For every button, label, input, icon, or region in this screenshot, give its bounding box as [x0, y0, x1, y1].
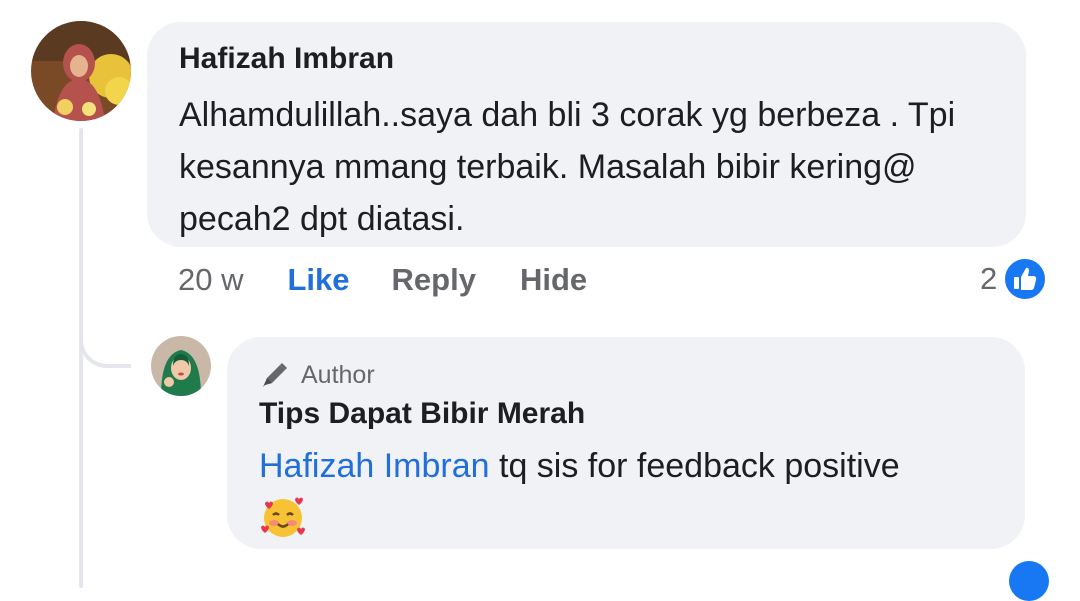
commenter-name[interactable]: Hafizah Imbran — [179, 42, 394, 76]
commenter-avatar[interactable] — [31, 21, 131, 121]
smiling-face-with-hearts-icon — [259, 493, 307, 553]
like-icon — [1009, 561, 1049, 601]
comment-actions: 20 w Like Reply Hide — [178, 262, 587, 298]
reaction-count: 2 — [980, 261, 998, 296]
comment-text: Alhamdulillah..saya dah bli 3 corak yg b… — [179, 96, 956, 238]
page-name[interactable]: Tips Dapat Bibir Merah — [259, 397, 585, 431]
thread-line — [79, 128, 83, 588]
reply-bubble: Author Tips Dapat Bibir Merah Hafizah Im… — [227, 337, 1025, 549]
comment-time[interactable]: 20 w — [178, 262, 243, 298]
reply-text: Hafizah Imbran tq sis for feedback posit… — [259, 443, 1019, 553]
reply-connector — [79, 300, 131, 368]
comment-bubble: Hafizah Imbran Alhamdulillah..saya dah b… — [147, 22, 1026, 247]
author-badge-label: Author — [301, 360, 375, 389]
reply-message: tq sis for feedback positive — [489, 447, 900, 485]
avatar-photo-icon — [151, 336, 211, 396]
like-button[interactable]: Like — [287, 262, 349, 298]
reaction-summary[interactable]: 2 — [980, 257, 1048, 301]
pencil-icon — [263, 363, 287, 387]
reply-button[interactable]: Reply — [392, 262, 476, 298]
like-icon — [1003, 257, 1048, 301]
page-avatar[interactable] — [151, 336, 211, 396]
avatar-photo-icon — [31, 21, 131, 121]
mention-link[interactable]: Hafizah Imbran — [259, 447, 490, 485]
author-badge: Author — [259, 359, 375, 391]
hide-button[interactable]: Hide — [520, 262, 587, 298]
